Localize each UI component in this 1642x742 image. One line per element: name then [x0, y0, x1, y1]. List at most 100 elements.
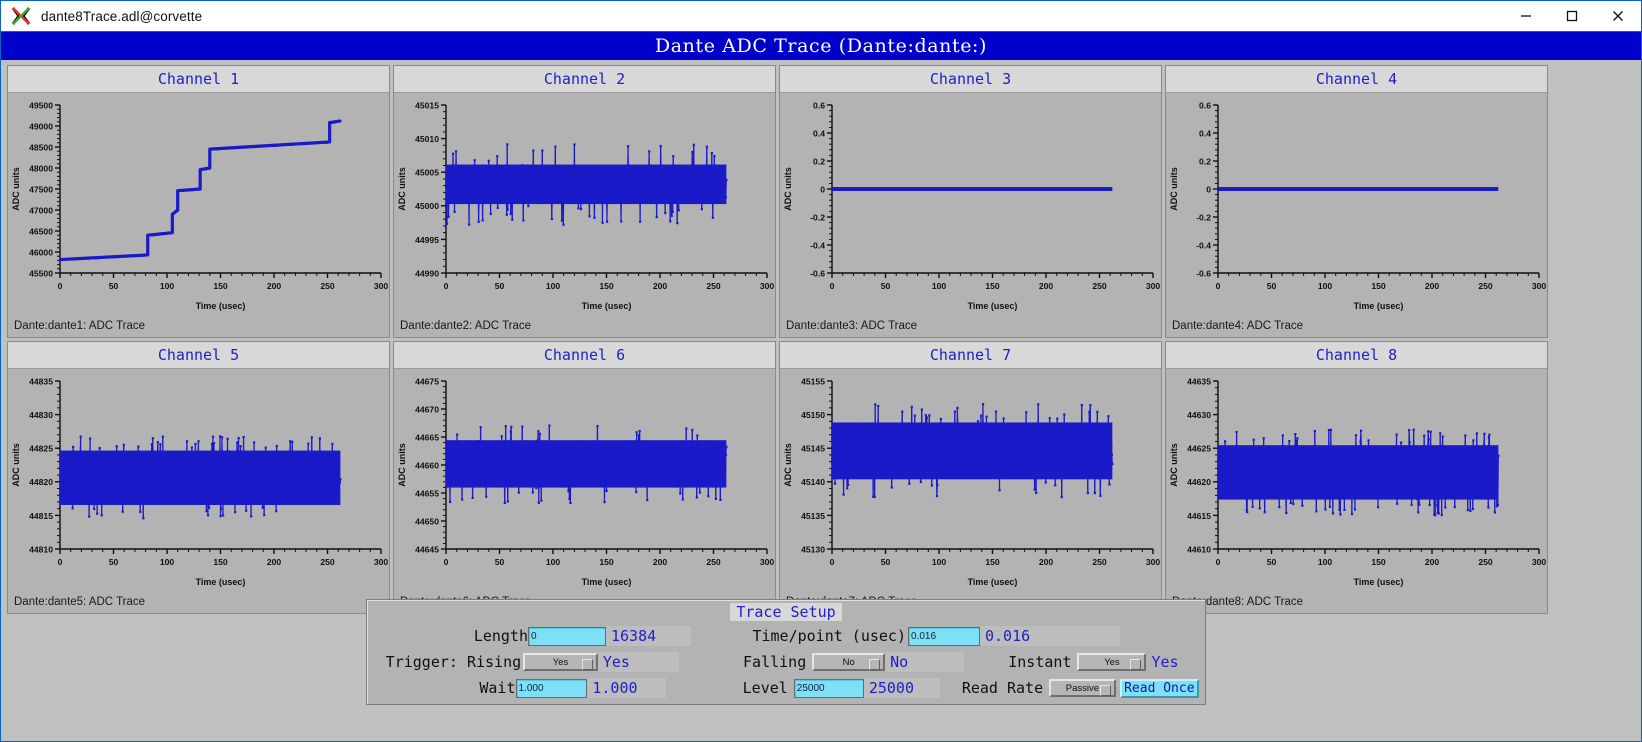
close-button[interactable] [1595, 1, 1641, 32]
svg-text:100: 100 [1318, 281, 1333, 291]
channel-footer-label: Dante:dante1: ADC Trace [14, 320, 146, 332]
svg-text:50: 50 [109, 557, 119, 567]
length-input[interactable]: 0 [528, 626, 606, 646]
timepoint-label: Time/point (usec) [752, 627, 906, 645]
chart-1[interactable]: 45500 46000 46500 47000 47500 48000 48500 49000… [8, 93, 389, 315]
svg-text:44675: 44675 [415, 376, 439, 386]
chart-8[interactable]: 44610 44615 44620 44625 44630 44635 0 50 100 150 2… [1166, 369, 1547, 591]
channel-panel-4: Channel 4 -0.6 -0.4 -0.2 0 0.2 0.4 0.6 0 50 100 15… [1165, 65, 1548, 338]
channel-panel-title: Channel 2 [394, 66, 775, 93]
svg-text:200: 200 [1039, 557, 1054, 567]
svg-text:150: 150 [599, 281, 614, 291]
x-logo-icon [10, 5, 32, 27]
svg-text:45140: 45140 [801, 477, 825, 487]
chart-3[interactable]: -0.6 -0.4 -0.2 0 0.2 0.4 0.6 0 50 100 150 200 250 300… [780, 93, 1161, 315]
falling-dropdown-value: No [842, 656, 855, 668]
svg-text:250: 250 [706, 557, 721, 567]
maximize-button[interactable] [1549, 1, 1595, 32]
channel-panel-title: Channel 7 [780, 342, 1161, 369]
instant-dropdown[interactable]: Yes [1077, 653, 1147, 671]
wait-input-value: 1.000 [518, 682, 544, 694]
svg-text:0: 0 [1216, 281, 1221, 291]
trigger-rising-label: Trigger: Rising [385, 653, 522, 671]
setup-row-length: Length 0 16384 Time/point (usec) 0.016 0… [367, 624, 1205, 648]
timepoint-input[interactable]: 0.016 [908, 626, 980, 646]
svg-text:-0.6: -0.6 [1196, 268, 1211, 278]
minimize-button[interactable] [1503, 1, 1549, 32]
svg-text:ADC units: ADC units [11, 167, 21, 211]
timepoint-readback-value: 0.016 [985, 627, 1031, 645]
channel-footer-label: Dante:dante2: ADC Trace [400, 320, 532, 332]
svg-text:44810: 44810 [29, 544, 53, 554]
level-input-value: 25000 [796, 682, 825, 694]
readrate-dropdown[interactable]: Passive [1049, 679, 1116, 697]
level-input[interactable]: 25000 [793, 678, 864, 698]
wait-label: Wait [479, 679, 516, 697]
chart-4[interactable]: -0.6 -0.4 -0.2 0 0.2 0.4 0.6 0 50 100 150 200 250 300… [1166, 93, 1547, 315]
chart-7[interactable]: 45130 45135 45140 45145 45150 45155 0 50 100 150 2… [780, 369, 1161, 591]
channel-panel-title: Channel 5 [8, 342, 389, 369]
timepoint-input-value: 0.016 [911, 630, 937, 642]
chevron-down-icon [1099, 685, 1111, 696]
svg-text:50: 50 [881, 557, 891, 567]
application-window: dante8Trace.adl@corvette Dante ADC Trace… [0, 0, 1642, 742]
falling-dropdown[interactable]: No [812, 653, 886, 671]
svg-text:Time (usec): Time (usec) [968, 577, 1018, 587]
timepoint-readback: 0.016 [980, 626, 1120, 646]
chart-2[interactable]: 44990 44995 45000 45005 45010 45015 0 50 100 150 2… [394, 93, 775, 315]
svg-text:100: 100 [160, 557, 175, 567]
chart-6[interactable]: 44645 44650 44655 44660 44665 44670 44675 0 50 10… [394, 369, 775, 591]
svg-text:250: 250 [1092, 557, 1107, 567]
channel-panel-title: Channel 1 [8, 66, 389, 93]
channel-title-label: Channel 5 [157, 346, 240, 364]
chart-5[interactable]: 44810 44815 44820 44825 44830 44835 0 50 100 150 2… [8, 369, 389, 591]
svg-text:Time (usec): Time (usec) [1354, 301, 1404, 311]
svg-text:0: 0 [830, 281, 835, 291]
window-title: dante8Trace.adl@corvette [41, 8, 203, 24]
svg-text:100: 100 [932, 557, 947, 567]
channel-row-bottom: Channel 5 44810 44815 44820 44825 44830 44835… [7, 341, 1637, 614]
svg-text:44815: 44815 [29, 511, 53, 521]
svg-text:45000: 45000 [415, 201, 439, 211]
svg-text:150: 150 [985, 281, 1000, 291]
read-once-button[interactable]: Read Once [1119, 678, 1200, 698]
svg-text:200: 200 [653, 557, 668, 567]
svg-text:-0.4: -0.4 [1196, 240, 1211, 250]
trace-setup-panel: Trace Setup Length 0 16384 Time/point (u… [366, 599, 1206, 705]
chevron-down-icon [869, 659, 881, 670]
svg-text:0.4: 0.4 [813, 128, 825, 138]
svg-text:0.2: 0.2 [1199, 156, 1211, 166]
svg-text:0: 0 [444, 281, 449, 291]
trace-setup-title-label: Trace Setup [730, 603, 842, 621]
svg-text:46500: 46500 [29, 226, 53, 236]
channel-footer-label: Dante:dante4: ADC Trace [1172, 320, 1304, 332]
svg-text:200: 200 [653, 281, 668, 291]
read-once-button-label: Read Once [1124, 680, 1195, 696]
svg-text:300: 300 [1146, 281, 1161, 291]
svg-text:0: 0 [1206, 184, 1211, 194]
svg-text:250: 250 [320, 557, 335, 567]
channel-panel-title: Channel 4 [1166, 66, 1547, 93]
svg-text:0: 0 [58, 557, 63, 567]
falling-readback: No [885, 652, 965, 672]
svg-text:300: 300 [760, 281, 775, 291]
svg-text:300: 300 [374, 281, 389, 291]
length-readback-value: 16384 [611, 627, 657, 645]
rising-dropdown[interactable]: Yes [523, 653, 598, 671]
setup-row-trigger: Trigger: Rising Yes Yes Falling No No In… [367, 650, 1205, 674]
svg-text:ADC units: ADC units [397, 167, 407, 211]
setup-row-wait: Wait 1.000 1.000 Level 25000 25000 Read … [367, 676, 1205, 700]
channel-grid: Channel 1 45500 46000 46500 47000 47500 48000… [7, 65, 1637, 614]
svg-text:47000: 47000 [29, 205, 53, 215]
wait-readback: 1.000 [587, 678, 666, 698]
channel-title-label: Channel 7 [929, 346, 1012, 364]
title-bar: dante8Trace.adl@corvette [1, 1, 1641, 32]
svg-text:200: 200 [1039, 281, 1054, 291]
channel-panel-2: Channel 2 44990 44995 45000 45005 45010 45015… [393, 65, 776, 338]
readrate-label: Read Rate [961, 679, 1044, 697]
svg-text:0.6: 0.6 [813, 100, 825, 110]
svg-text:45145: 45145 [801, 444, 825, 454]
instant-readback: Yes [1146, 652, 1199, 672]
wait-input[interactable]: 1.000 [515, 678, 588, 698]
svg-text:50: 50 [495, 281, 505, 291]
